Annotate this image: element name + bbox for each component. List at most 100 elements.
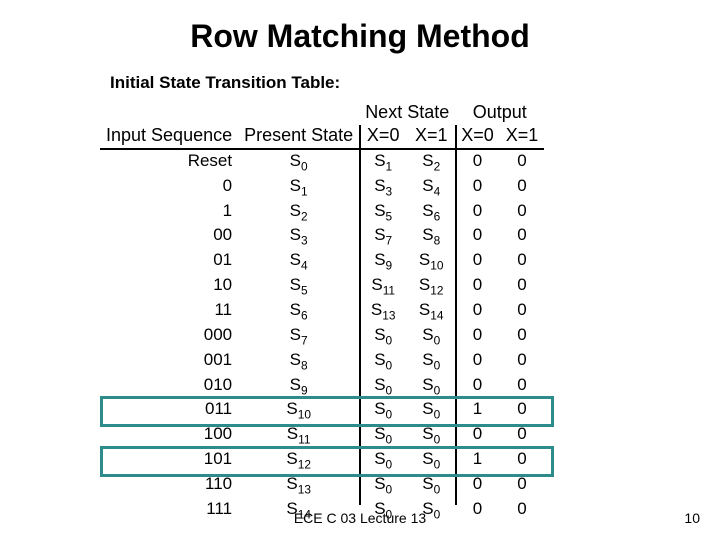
cell-out-x1: 0 [500, 448, 545, 473]
cell-out-x0: 0 [455, 274, 500, 299]
cell-input-seq: 010 [100, 374, 238, 399]
cell-out-x1: 0 [500, 374, 545, 399]
state-transition-table: Next State Output Input Sequence Present… [100, 101, 720, 523]
cell-input-seq: 101 [100, 448, 238, 473]
cell-next-x1: S0 [407, 448, 455, 473]
cell-out-x0: 0 [455, 249, 500, 274]
cell-out-x0: 0 [455, 224, 500, 249]
cell-input-seq: 01 [100, 249, 238, 274]
cell-out-x1: 0 [500, 423, 545, 448]
cell-input-seq: 1 [100, 200, 238, 225]
cell-next-x1: S14 [407, 299, 455, 324]
cell-input-seq: 10 [100, 274, 238, 299]
cell-next-x0: S0 [359, 324, 407, 349]
cell-out-x0: 0 [455, 149, 500, 175]
page-title: Row Matching Method [0, 0, 720, 55]
cell-input-seq: 000 [100, 324, 238, 349]
cell-next-x1: S0 [407, 423, 455, 448]
cell-next-x0: S11 [359, 274, 407, 299]
cell-out-x0: 0 [455, 299, 500, 324]
cell-out-x1: 0 [500, 473, 545, 498]
cell-out-x1: 0 [500, 349, 545, 374]
cell-next-x1: S0 [407, 398, 455, 423]
cell-input-seq: 100 [100, 423, 238, 448]
cell-out-x1: 0 [500, 324, 545, 349]
cell-present-state: S2 [238, 200, 359, 225]
table-row: 110S13S0S000 [100, 473, 544, 498]
cell-next-x1: S0 [407, 324, 455, 349]
cell-out-x1: 0 [500, 224, 545, 249]
cell-out-x1: 0 [500, 200, 545, 225]
cell-next-x0: S0 [359, 398, 407, 423]
cell-next-x1: S4 [407, 175, 455, 200]
cell-out-x0: 0 [455, 349, 500, 374]
cell-out-x0: 1 [455, 448, 500, 473]
footer-text: ECE C 03 Lecture 13 [0, 510, 720, 526]
next-state-header: Next State [359, 101, 455, 124]
cell-present-state: S4 [238, 249, 359, 274]
col-input-sequence: Input Sequence [100, 124, 238, 148]
column-divider [359, 125, 361, 505]
cell-present-state: S7 [238, 324, 359, 349]
cell-input-seq: 11 [100, 299, 238, 324]
cell-out-x1: 0 [500, 299, 545, 324]
table-row: 101S12S0S010 [100, 448, 544, 473]
cell-next-x0: S0 [359, 374, 407, 399]
table-row: 000S7S0S000 [100, 324, 544, 349]
table-row: 11S6S13S1400 [100, 299, 544, 324]
cell-present-state: S9 [238, 374, 359, 399]
table-row: 10S5S11S1200 [100, 274, 544, 299]
cell-present-state: S11 [238, 423, 359, 448]
cell-next-x0: S0 [359, 349, 407, 374]
cell-next-x1: S8 [407, 224, 455, 249]
cell-input-seq: 011 [100, 398, 238, 423]
cell-next-x1: S6 [407, 200, 455, 225]
cell-present-state: S1 [238, 175, 359, 200]
subtitle: Initial State Transition Table: [110, 73, 720, 93]
table-row: 100S11S0S000 [100, 423, 544, 448]
cell-next-x0: S3 [359, 175, 407, 200]
cell-out-x0: 1 [455, 398, 500, 423]
table-row: 011S10S0S010 [100, 398, 544, 423]
page-number: 10 [684, 510, 700, 526]
table-row: ResetS0S1S200 [100, 149, 544, 175]
table-row: 01S4S9S1000 [100, 249, 544, 274]
cell-present-state: S8 [238, 349, 359, 374]
table-row: 00S3S7S800 [100, 224, 544, 249]
cell-out-x0: 0 [455, 473, 500, 498]
cell-input-seq: 001 [100, 349, 238, 374]
table-row: 010S9S0S000 [100, 374, 544, 399]
cell-input-seq: 0 [100, 175, 238, 200]
col-present-state: Present State [238, 124, 359, 148]
cell-present-state: S6 [238, 299, 359, 324]
cell-next-x0: S5 [359, 200, 407, 225]
col-out-x1: X=1 [500, 124, 545, 148]
cell-next-x0: S9 [359, 249, 407, 274]
col-next-x1: X=1 [407, 124, 455, 148]
cell-out-x1: 0 [500, 398, 545, 423]
cell-next-x1: S0 [407, 374, 455, 399]
cell-next-x1: S12 [407, 274, 455, 299]
cell-present-state: S3 [238, 224, 359, 249]
cell-input-seq: Reset [100, 149, 238, 175]
cell-input-seq: 110 [100, 473, 238, 498]
cell-out-x1: 0 [500, 175, 545, 200]
col-out-x0: X=0 [455, 124, 500, 148]
cell-input-seq: 00 [100, 224, 238, 249]
cell-next-x1: S0 [407, 349, 455, 374]
col-next-x0: X=0 [359, 124, 407, 148]
cell-next-x0: S0 [359, 448, 407, 473]
cell-next-x1: S10 [407, 249, 455, 274]
cell-out-x0: 0 [455, 175, 500, 200]
table-row: 0S1S3S400 [100, 175, 544, 200]
cell-out-x0: 0 [455, 423, 500, 448]
column-divider [455, 125, 457, 505]
cell-next-x0: S13 [359, 299, 407, 324]
cell-next-x1: S2 [407, 149, 455, 175]
cell-present-state: S12 [238, 448, 359, 473]
cell-next-x0: S7 [359, 224, 407, 249]
table-row: 001S8S0S000 [100, 349, 544, 374]
cell-out-x1: 0 [500, 249, 545, 274]
cell-out-x0: 0 [455, 374, 500, 399]
cell-present-state: S13 [238, 473, 359, 498]
